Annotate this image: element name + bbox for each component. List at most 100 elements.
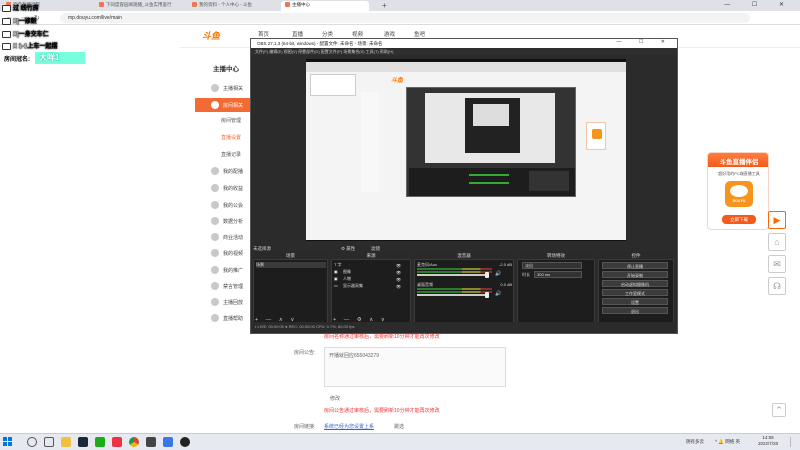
audio-meter (417, 291, 492, 293)
obs-icon[interactable] (180, 437, 190, 447)
source-label: 人物 (343, 276, 351, 281)
volume-slider[interactable] (417, 274, 489, 276)
sidebar-item[interactable]: 我的收益 (205, 181, 253, 195)
announce-label: 房间公告: (294, 350, 316, 356)
headset-icon[interactable]: ☊ (768, 277, 786, 295)
nav-item[interactable]: 鱼吧 (414, 30, 425, 38)
search-icon[interactable] (27, 437, 37, 447)
clock[interactable]: 14:58 2022/7/28 (758, 435, 778, 447)
sidebar-item[interactable]: 我的公会 (205, 198, 253, 212)
sidebar-item[interactable]: 我的配播 (205, 164, 253, 178)
badge-icon (2, 17, 11, 25)
mixer-dock-header: 混音器 (414, 252, 514, 259)
nav-item[interactable]: 视频 (352, 30, 363, 38)
volume-knob[interactable] (485, 292, 489, 298)
wechat-icon[interactable] (95, 437, 105, 447)
visibility-icons[interactable]: 👁 👁 👁 👁 (396, 262, 401, 290)
sidebar-item-label: 我的收益 (223, 186, 244, 192)
anchor-center-sidebar: 主播中心 主播相关 房间相关 房间管理 直播设置 直播记录 我的配播 我的收益 … (195, 54, 255, 354)
play-icon[interactable]: ▶ (768, 211, 786, 229)
obs-title-bar: OBS 27.1.3 (64-bit, windows) - 配置文件: 未命名… (251, 39, 677, 48)
chrome-icon[interactable] (129, 437, 139, 447)
menu-icon (211, 201, 219, 209)
sidebar-item[interactable]: 商业活动 (205, 230, 253, 244)
virtual-camera-button[interactable]: 启动虚拟摄像机 (602, 280, 668, 287)
browser-tab[interactable]: 下同度容园闻观播_斗鱼实用鉴行 (95, 1, 183, 11)
room-link-value[interactable]: 系统已经为您设置上系 (324, 423, 374, 430)
sidebar-item[interactable]: 直播帮助 (205, 311, 253, 325)
browser-tab-active[interactable]: 主播中心 (281, 1, 369, 11)
new-tab-button[interactable]: + (382, 1, 387, 10)
sources-dock: T 字 ▣ 图像 ▣ 人物 ▭ 显示器采集 👁 👁 👁 👁 (331, 259, 411, 324)
clock-date: 2022/7/28 (758, 441, 779, 446)
task-view-icon[interactable] (44, 437, 54, 447)
system-tray[interactable]: ^ 🔔 网络 英 (715, 439, 740, 445)
exit-button[interactable]: 退出 (602, 307, 668, 314)
volume-knob[interactable] (485, 272, 489, 278)
ad-download-button[interactable]: 立即下载 (722, 215, 756, 224)
volume-slider[interactable] (417, 294, 489, 296)
source-item[interactable]: ▭ 显示器采集 (334, 283, 363, 289)
douyu-companion-ad[interactable]: 斗鱼直播伴侣 超好用的PC端直播工具 DOUYU 立即下载 (707, 152, 769, 230)
announce-textarea[interactable]: 开播就回应655043279 (324, 347, 506, 387)
source-item[interactable]: ▣ 人物 (334, 276, 351, 282)
app-icon[interactable] (146, 437, 156, 447)
sidebar-sub-live-records[interactable]: 直播记录 (221, 151, 241, 158)
app-icon[interactable] (163, 437, 173, 447)
obs-menu-bar[interactable]: 文件(F) 编辑(E) 视图(V) 停靠部件(D) 配置文件(P) 场景集合(S… (251, 48, 677, 55)
start-recording-button[interactable]: 开始录制 (602, 271, 668, 278)
sidebar-item[interactable]: 我的视频 (205, 246, 253, 260)
sidebar-item-anchor[interactable]: 主播相关 (205, 81, 253, 95)
duration-field[interactable]: 300 ms (534, 271, 582, 278)
nav-item[interactable]: 分类 (322, 30, 333, 38)
scenes-dock: 场景 (253, 259, 328, 324)
nav-item[interactable]: 首页 (258, 30, 269, 38)
browser-tab[interactable]: 我的资料 - 个人中心 - 斗鱼 (188, 1, 276, 11)
steam-icon[interactable] (78, 437, 88, 447)
room-name-label: 房间冠名: (2, 53, 32, 64)
sidebar-item-label: 我的公会 (223, 203, 244, 209)
obs-window-controls[interactable]: — ☐ ✕ (617, 39, 673, 45)
sidebar-sub-room-manage[interactable]: 房间管理 (221, 117, 241, 124)
source-item[interactable]: ▣ 图像 (334, 269, 351, 275)
address-bar: ← → ↻ mp.douyu.com/live/main (0, 11, 800, 25)
transition-select[interactable]: 淡出 (522, 262, 582, 269)
file-explorer-icon[interactable] (61, 437, 71, 447)
scene-item[interactable]: 场景 (256, 262, 326, 268)
sidebar-item-room[interactable]: 房间相关 (195, 98, 253, 112)
home-icon[interactable]: ⌂ (768, 233, 786, 251)
weather-text[interactable]: 阴有多云 (686, 439, 704, 445)
speaker-icon[interactable]: 🔊 (495, 271, 501, 277)
modify-link[interactable]: 修改 (330, 395, 340, 402)
obs-status-bar: ▪ LIVE: 00:00:00 ● REC: 00:00:00 CPU: 0.… (251, 322, 677, 332)
captured-overlay (310, 74, 356, 96)
back-to-top-icon[interactable]: ⌃ (772, 403, 786, 417)
douyu-logo[interactable]: 斗鱼 (202, 29, 232, 45)
studio-mode-button[interactable]: 工作室模式 (602, 289, 668, 296)
settings-button[interactable]: 设置 (602, 298, 668, 305)
menu-icon (211, 249, 219, 257)
captured-logo: 斗鱼 (391, 78, 404, 84)
speaker-icon[interactable]: 🔊 (495, 291, 501, 297)
sidebar-item[interactable]: 主播回放 (205, 295, 253, 309)
tab-favicon-icon (192, 2, 197, 8)
url-field[interactable]: mp.douyu.com/live/main (60, 13, 750, 23)
notification-icon[interactable] (790, 437, 798, 447)
room-link-action[interactable]: 跳选 (394, 423, 404, 430)
sidebar-item[interactable]: 禁言管理 (205, 279, 253, 293)
nav-item[interactable]: 直播 (292, 30, 303, 38)
message-icon[interactable]: ✉ (768, 255, 786, 273)
overlay-line: X|一修鼓 (2, 16, 37, 26)
sidebar-item[interactable]: 我的推广 (205, 263, 253, 277)
sidebar-sub-live-settings[interactable]: 直播设置 (221, 134, 241, 141)
menu-icon (211, 217, 219, 225)
sidebar-item[interactable]: 数据分析 (205, 214, 253, 228)
app-icon[interactable] (112, 437, 122, 447)
obs-title-text: OBS 27.1.3 (64-bit, windows) - 配置文件: 未命名… (257, 41, 383, 46)
windows-start-icon[interactable] (3, 437, 13, 447)
nav-item[interactable]: 游戏 (384, 30, 395, 38)
source-item[interactable]: T 字 (334, 262, 341, 268)
window-controls[interactable]: — ☐ ✕ (724, 1, 794, 8)
obs-preview[interactable]: 斗鱼 (306, 59, 626, 241)
stop-streaming-button[interactable]: 停止直播 (602, 262, 668, 269)
